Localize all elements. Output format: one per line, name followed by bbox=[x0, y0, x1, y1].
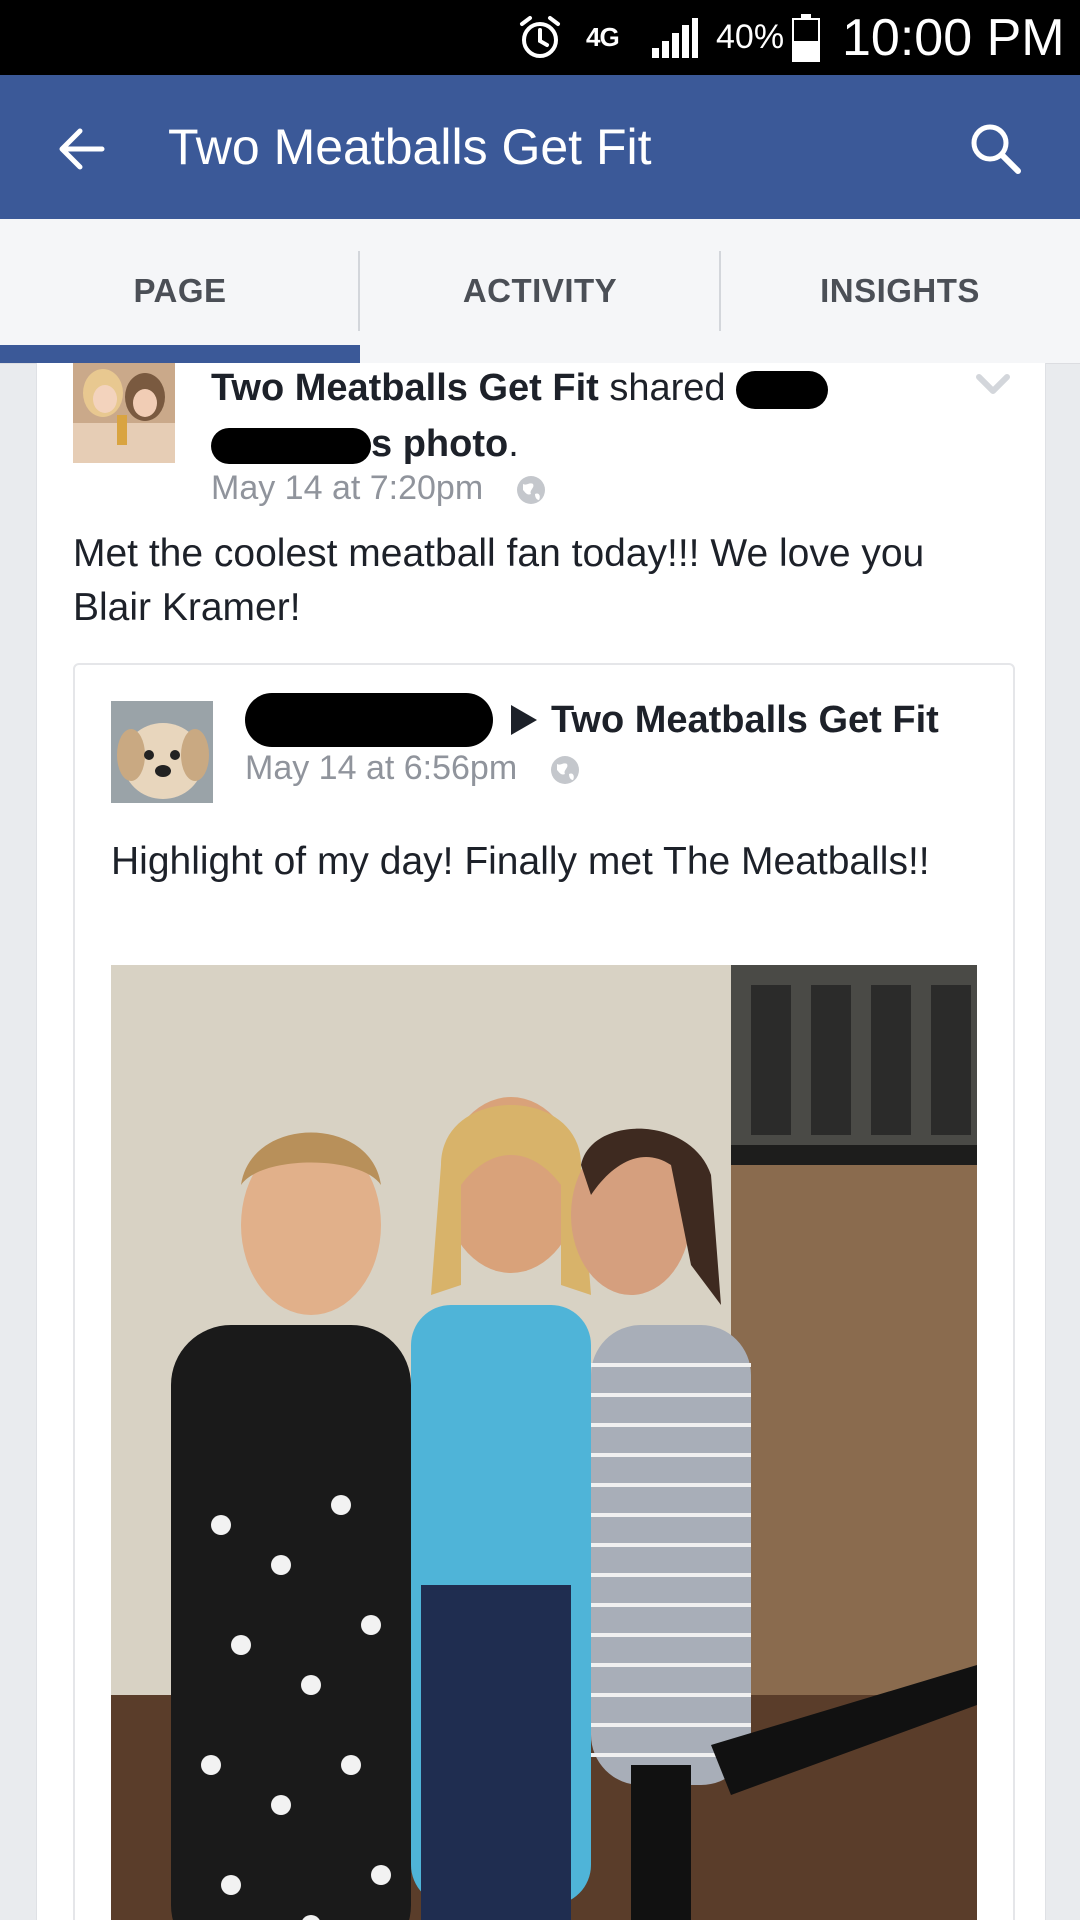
status-bar: 4G 40% 10:00 PM bbox=[0, 0, 1080, 75]
redacted-name bbox=[736, 370, 829, 409]
clock: 10:00 PM bbox=[842, 8, 1065, 67]
battery-percentage: 40% bbox=[716, 18, 785, 56]
shared-post[interactable]: Two Meatballs Get Fit May 14 at 6:56pm H… bbox=[73, 663, 1015, 1920]
shared-post-header: Two Meatballs Get Fit bbox=[245, 693, 939, 747]
post-header-object: s photo. bbox=[211, 419, 519, 469]
battery-icon bbox=[792, 0, 820, 75]
alarm-icon bbox=[516, 0, 564, 75]
network-label: 4G bbox=[586, 22, 620, 52]
post-header: Two Meatballs Get Fit shared bbox=[211, 363, 829, 413]
sharer-avatar[interactable] bbox=[111, 701, 213, 803]
page-avatar[interactable] bbox=[73, 363, 175, 463]
search-icon[interactable] bbox=[966, 119, 1026, 179]
post-meta: May 14 at 7:20pm bbox=[211, 465, 547, 511]
redacted-name bbox=[245, 693, 493, 747]
page-title: Two Meatballs Get Fit bbox=[168, 119, 652, 175]
globe-icon bbox=[515, 472, 547, 504]
chevron-down-icon[interactable] bbox=[973, 369, 1013, 399]
back-arrow-icon[interactable] bbox=[50, 117, 114, 181]
possessive-suffix: s bbox=[371, 423, 393, 465]
shared-post-timestamp[interactable]: May 14 at 6:56pm bbox=[245, 745, 517, 791]
shared-post-meta: May 14 at 6:56pm bbox=[245, 745, 581, 791]
globe-icon bbox=[549, 752, 581, 784]
shared-post-message: Highlight of my day! Finally met The Mea… bbox=[111, 840, 930, 883]
post-object-link[interactable]: photo bbox=[403, 423, 509, 465]
tab-bar: PAGE ACTIVITY INSIGHTS bbox=[0, 219, 1080, 364]
tab-activity[interactable]: ACTIVITY bbox=[360, 219, 720, 363]
post-photo[interactable] bbox=[111, 965, 977, 1920]
tab-insights[interactable]: INSIGHTS bbox=[720, 219, 1080, 363]
post-action: shared bbox=[609, 367, 726, 409]
app-bar: Two Meatballs Get Fit bbox=[0, 75, 1080, 219]
network-4g-lte-icon: 4G bbox=[586, 0, 620, 75]
shared-post-target[interactable]: Two Meatballs Get Fit bbox=[551, 695, 939, 745]
signal-icon bbox=[650, 0, 700, 75]
post-timestamp[interactable]: May 14 at 7:20pm bbox=[211, 465, 483, 511]
post-card: Two Meatballs Get Fit shared s photo. Ma… bbox=[36, 363, 1046, 1920]
post-header-period: . bbox=[508, 423, 519, 465]
post-author[interactable]: Two Meatballs Get Fit bbox=[211, 367, 599, 409]
tab-page[interactable]: PAGE bbox=[0, 219, 360, 363]
redacted-name bbox=[211, 427, 371, 464]
post-message: Met the coolest meatball fan today!!! We… bbox=[73, 532, 925, 629]
arrow-right-icon bbox=[511, 705, 537, 735]
selected-tab-indicator bbox=[0, 345, 360, 363]
